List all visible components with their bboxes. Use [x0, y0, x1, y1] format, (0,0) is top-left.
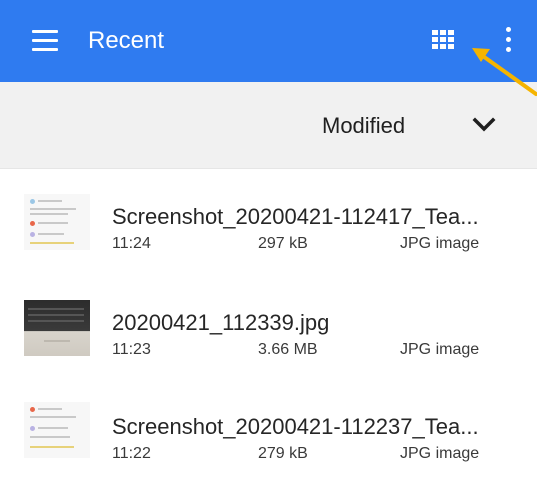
list-item[interactable]: Screenshot_20200421-112237_Tea... 11:22 … — [0, 384, 537, 484]
file-type: JPG image — [400, 445, 480, 462]
annotation-arrow-icon — [472, 48, 537, 96]
grid-view-icon[interactable] — [432, 30, 456, 52]
sort-label[interactable]: Modified — [322, 112, 405, 140]
file-size: 3.66 MB — [258, 341, 318, 358]
file-time: 11:24 — [112, 235, 151, 252]
file-thumbnail — [24, 194, 90, 250]
page-title: Recent — [88, 27, 165, 54]
menu-icon[interactable] — [32, 30, 62, 52]
file-thumbnail — [24, 402, 90, 458]
list-item[interactable]: Screenshot_20200421-112417_Tea... 11:24 … — [0, 178, 537, 278]
file-time: 11:22 — [112, 445, 151, 462]
file-time: 11:23 — [112, 341, 151, 358]
chevron-down-icon[interactable] — [472, 116, 496, 134]
app-bar: Recent — [0, 0, 537, 82]
file-size: 279 kB — [258, 445, 308, 462]
file-size: 297 kB — [258, 235, 308, 252]
file-name: 20200421_112339.jpg — [112, 310, 330, 335]
file-name: Screenshot_20200421-112237_Tea... — [112, 414, 479, 439]
sort-bar: Modified — [0, 82, 537, 169]
file-type: JPG image — [400, 341, 480, 358]
file-name: Screenshot_20200421-112417_Tea... — [112, 204, 479, 229]
file-type: JPG image — [400, 235, 480, 252]
file-thumbnail — [24, 300, 90, 356]
list-item[interactable]: 20200421_112339.jpg 11:23 3.66 MB JPG im… — [0, 282, 537, 382]
